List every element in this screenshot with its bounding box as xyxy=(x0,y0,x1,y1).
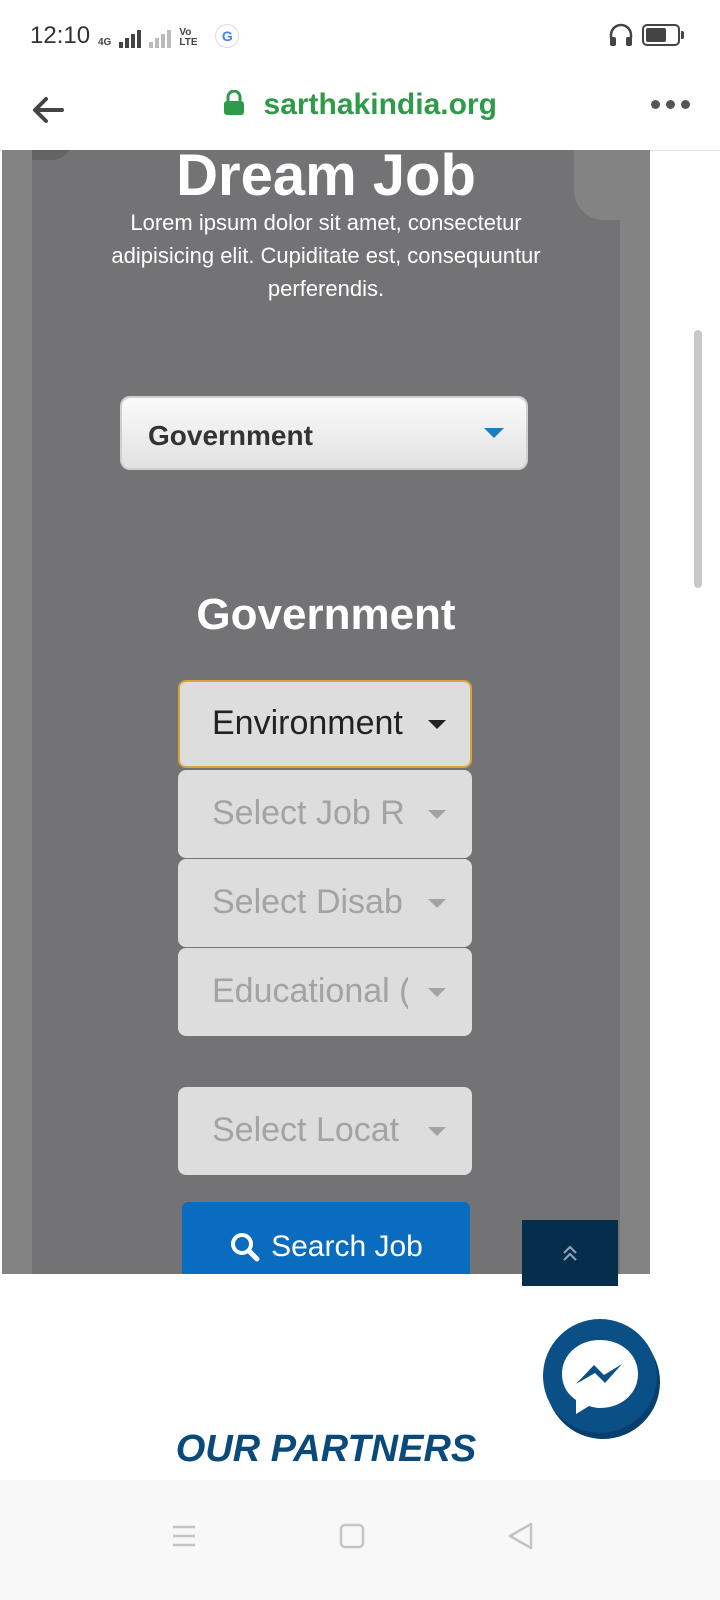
hero-description: Lorem ipsum dolor sit amet, consectetur … xyxy=(111,210,541,301)
education-dropdown[interactable]: Educational ( xyxy=(178,948,472,1036)
back-to-top-button[interactable] xyxy=(522,1220,618,1286)
education-dropdown-value: Educational ( xyxy=(212,972,408,1010)
battery-icon xyxy=(642,24,684,46)
caret-down-icon xyxy=(428,899,446,908)
system-nav-bar xyxy=(0,1480,720,1600)
status-bar: 12:10 4G Vo LTE G xyxy=(0,0,720,72)
status-icons: 4G Vo LTE G xyxy=(98,24,240,48)
disability-dropdown-value: Select Disab xyxy=(212,883,403,921)
disability-dropdown[interactable]: Select Disab xyxy=(178,859,472,947)
menu-icon[interactable] xyxy=(162,1514,206,1558)
more-dots-icon[interactable] xyxy=(651,100,690,109)
category-select[interactable]: Government xyxy=(120,396,528,470)
messenger-icon xyxy=(543,1319,660,1439)
category-select-value: Government xyxy=(148,420,313,451)
search-job-label: Search Job xyxy=(271,1230,423,1263)
caret-down-icon xyxy=(428,1127,446,1136)
signal-icon xyxy=(119,28,142,48)
location-dropdown[interactable]: Select Locat xyxy=(178,1087,472,1175)
signal-icon xyxy=(149,28,172,48)
caret-down-icon xyxy=(428,810,446,819)
caret-down-icon xyxy=(484,428,504,438)
browser-address-bar: sarthakindia.org xyxy=(0,72,720,151)
url-field[interactable]: sarthakindia.org xyxy=(0,88,720,122)
google-icon: G xyxy=(215,24,240,48)
job-role-dropdown-value: Select Job R xyxy=(212,794,405,832)
url-text: sarthakindia.org xyxy=(263,88,497,121)
sector-dropdown[interactable]: Environment xyxy=(178,680,472,768)
partners-title: OUR PARTNERS xyxy=(175,1428,477,1470)
section-title: Government xyxy=(196,590,456,639)
hero-section: Dream Job Lorem ipsum dolor sit amet, co… xyxy=(2,150,650,1274)
home-square-icon[interactable] xyxy=(330,1514,374,1558)
network-type-label: 4G xyxy=(98,37,112,48)
volte-label: Vo LTE xyxy=(179,27,198,48)
location-dropdown-value: Select Locat xyxy=(212,1111,400,1149)
job-role-dropdown[interactable]: Select Job R xyxy=(178,770,472,858)
status-time: 12:10 xyxy=(30,22,91,49)
search-job-button[interactable]: Search Job xyxy=(182,1202,470,1274)
status-right-icons xyxy=(608,22,684,48)
double-chevron-up-icon xyxy=(563,1245,577,1261)
caret-down-icon xyxy=(428,988,446,997)
scrollbar-thumb[interactable] xyxy=(694,330,702,588)
hero-background: Dream Job Lorem ipsum dolor sit amet, co… xyxy=(32,150,620,1274)
messenger-button[interactable] xyxy=(542,1318,660,1442)
back-triangle-icon[interactable] xyxy=(498,1514,542,1558)
headphones-icon xyxy=(609,23,633,46)
hero-title: Dream Job xyxy=(176,150,476,208)
sector-dropdown-value: Environment xyxy=(212,704,403,742)
caret-down-icon xyxy=(428,720,446,729)
lock-icon xyxy=(223,89,245,121)
search-icon xyxy=(231,1233,260,1262)
